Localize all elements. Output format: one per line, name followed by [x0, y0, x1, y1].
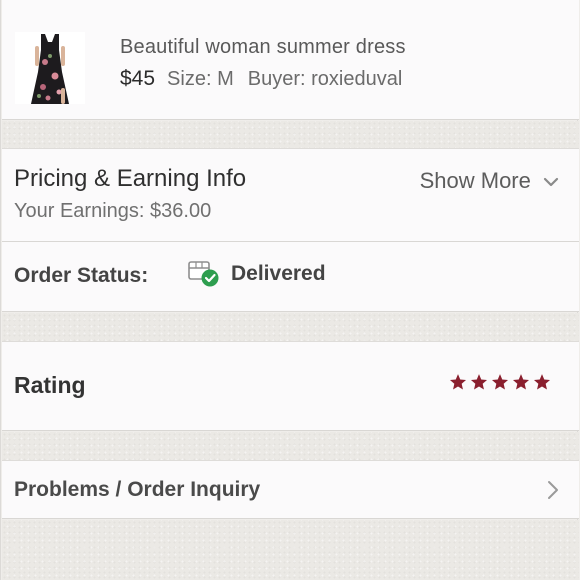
- buyer-value[interactable]: roxieduval: [311, 68, 402, 90]
- section-gap: [2, 432, 579, 460]
- star-icon: [449, 373, 467, 391]
- rating-section: Rating: [2, 341, 579, 431]
- delivered-box-check-icon: [187, 258, 221, 288]
- screen-frame: Beautiful woman summer dress $45 Size: MB…: [0, 0, 579, 580]
- show-more-label: Show More: [419, 168, 531, 193]
- dress-photo[interactable]: [15, 32, 85, 104]
- section-gap: [2, 313, 579, 341]
- pricing-earning-section: Pricing & Earning Info Your Earnings: $3…: [2, 148, 579, 242]
- product-meta: $45 Size: M Buyer: roxieduval: [120, 67, 402, 91]
- star-icon: [470, 373, 488, 391]
- size-value: M: [217, 68, 234, 90]
- product-title[interactable]: Beautiful woman summer dress: [120, 36, 406, 59]
- order-status-value: Delivered: [231, 262, 326, 285]
- bottom-background: [2, 520, 579, 580]
- show-more-button[interactable]: Show More: [420, 168, 559, 194]
- buyer-label: Buyer:: [247, 68, 306, 90]
- rating-label: Rating: [14, 372, 86, 398]
- size-label: Size:: [167, 68, 212, 90]
- chevron-down-icon: [543, 178, 559, 187]
- earnings-label: Your Earnings:: [14, 200, 145, 222]
- order-status-section: Order Status: Delivered: [2, 242, 579, 312]
- problems-label: Problems / Order Inquiry: [14, 478, 261, 501]
- problems-order-inquiry-row[interactable]: Problems / Order Inquiry: [2, 460, 579, 519]
- order-status-label: Order Status:: [14, 264, 149, 287]
- star-icon: [491, 373, 509, 391]
- chevron-right-icon: [547, 480, 559, 505]
- earnings-value: $36.00: [150, 200, 212, 222]
- star-icon: [533, 373, 551, 391]
- pricing-title: Pricing & Earning Info: [14, 165, 247, 192]
- section-gap: [2, 121, 579, 148]
- rating-stars: [449, 373, 551, 391]
- earnings-text: Your Earnings: $36.00: [14, 200, 211, 223]
- product-price: $45: [120, 67, 156, 90]
- order-item-card[interactable]: Beautiful woman summer dress $45 Size: MB…: [2, 0, 579, 120]
- star-icon: [512, 373, 530, 391]
